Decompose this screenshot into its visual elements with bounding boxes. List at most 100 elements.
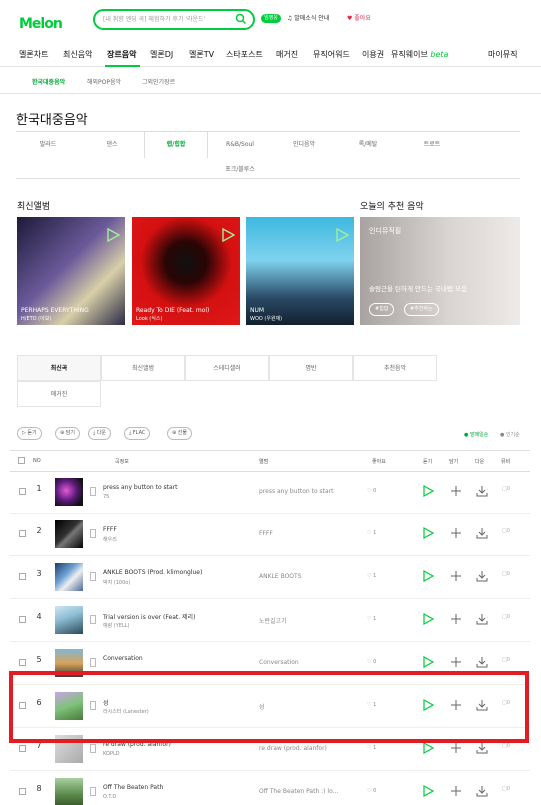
- genre-tab-dance[interactable]: 댄스: [80, 132, 144, 157]
- song-title[interactable]: Off The Beaten Path: [103, 784, 163, 791]
- genre-tab-trot[interactable]: 트로트: [400, 132, 464, 157]
- song-artist[interactable]: KOPLD: [103, 751, 120, 757]
- download-icon[interactable]: [476, 570, 488, 582]
- song-info-icon[interactable]: [90, 701, 96, 710]
- album-name[interactable]: 노란길고기: [259, 616, 287, 625]
- row-checkbox[interactable]: [19, 702, 26, 709]
- like-button[interactable]: ♡ 0: [367, 788, 376, 794]
- mv-icon[interactable]: □0: [502, 786, 516, 796]
- play-icon[interactable]: [422, 699, 434, 711]
- genre-tab-indie[interactable]: 인디음악: [272, 132, 336, 157]
- recommend-card[interactable]: 인디뮤직필 슬럼근을 틴하게 만드는 국내랩 모음 #힙합 #추천하는: [360, 217, 520, 325]
- sort-by-popularity[interactable]: ● 인기순: [500, 431, 520, 438]
- download-icon[interactable]: [476, 485, 488, 497]
- recommend-pill[interactable]: #힙합: [369, 303, 395, 316]
- mv-icon[interactable]: □0: [502, 700, 516, 710]
- like-button[interactable]: ♡ 1: [367, 616, 376, 622]
- nav-starpost[interactable]: 스타포스트: [226, 49, 263, 60]
- album-name[interactable]: ANKLE BOOTS: [259, 573, 302, 580]
- row-checkbox[interactable]: [19, 659, 26, 666]
- song-info-icon[interactable]: [90, 529, 96, 538]
- download-icon[interactable]: [476, 699, 488, 711]
- album-name[interactable]: re draw (prod. alanfor): [259, 745, 327, 752]
- gift-button[interactable]: ⊕ 선물: [167, 427, 192, 440]
- download-icon[interactable]: [476, 742, 488, 754]
- play-icon[interactable]: [336, 228, 349, 242]
- genre-tab-folk[interactable]: 포크/블루스: [208, 157, 272, 182]
- tab-latest-songs[interactable]: 최신곡: [17, 355, 101, 381]
- recommend-pill[interactable]: #추천하는: [404, 303, 439, 316]
- song-title[interactable]: 성: [103, 698, 109, 707]
- song-info-icon[interactable]: [90, 487, 96, 496]
- album-thumbnail[interactable]: [55, 606, 83, 634]
- mv-icon[interactable]: □0: [502, 614, 516, 624]
- nav-tv[interactable]: 멜론TV: [189, 49, 214, 60]
- add-icon[interactable]: [450, 785, 462, 797]
- row-checkbox[interactable]: [19, 530, 26, 537]
- song-title[interactable]: ANKLE BOOTS (Prod. klimonglue): [103, 569, 202, 576]
- play-icon[interactable]: [422, 742, 434, 754]
- song-title[interactable]: Trial version is over (Feat. 제리): [103, 612, 195, 621]
- nav-ticket[interactable]: 이용권: [362, 49, 384, 60]
- row-checkbox[interactable]: [19, 488, 26, 495]
- album-card[interactable]: NUM WOO (우원재): [246, 217, 354, 325]
- row-checkbox[interactable]: [19, 788, 26, 795]
- download-icon[interactable]: [476, 527, 488, 539]
- add-icon[interactable]: [450, 485, 462, 497]
- listen-button[interactable]: ▷ 듣기: [17, 427, 42, 440]
- play-icon[interactable]: [422, 570, 434, 582]
- nav-dj[interactable]: 멜론DJ: [150, 49, 173, 60]
- play-icon[interactable]: [422, 785, 434, 797]
- song-info-icon[interactable]: [90, 615, 96, 624]
- download-icon[interactable]: [476, 613, 488, 625]
- search-keyword-badge[interactable]: 임영웅: [261, 14, 281, 23]
- song-title[interactable]: FFFF: [103, 526, 117, 533]
- song-artist[interactable]: 75: [103, 494, 109, 500]
- header-like-link[interactable]: ♥ 좋아요: [347, 13, 371, 22]
- like-button[interactable]: ♡ 0: [367, 659, 376, 665]
- subnav-pop[interactable]: 해외POP음악: [87, 77, 121, 86]
- tab-steady[interactable]: 스테디셀러: [185, 355, 269, 381]
- subnav-korean[interactable]: 한국대중음악: [32, 77, 65, 86]
- tab-recommend[interactable]: 추천음악: [353, 355, 437, 381]
- album-card[interactable]: PERHAPS EVERYTHING H/ETO (아보): [17, 217, 125, 325]
- mv-icon[interactable]: □0: [502, 486, 516, 496]
- nav-magazine[interactable]: 매거진: [276, 49, 298, 60]
- row-checkbox[interactable]: [19, 616, 26, 623]
- album-name[interactable]: Off The Beaten Path :) lo...: [259, 788, 338, 795]
- like-button[interactable]: ♡ 1: [367, 573, 376, 579]
- add-button[interactable]: ⊕ 담기: [55, 427, 80, 440]
- subnav-other[interactable]: 그외인기장르: [142, 77, 175, 86]
- download-icon[interactable]: [476, 785, 488, 797]
- album-thumbnail[interactable]: [55, 563, 83, 591]
- album-thumbnail[interactable]: [55, 778, 83, 805]
- album-name[interactable]: 성: [259, 702, 265, 711]
- album-thumbnail[interactable]: [55, 520, 83, 548]
- nav-mymusic[interactable]: 마이뮤직: [488, 49, 517, 60]
- play-icon[interactable]: [422, 613, 434, 625]
- melon-logo[interactable]: Melon: [19, 6, 63, 34]
- nav-chart[interactable]: 멜론차트: [19, 49, 48, 60]
- tab-magazine[interactable]: 매거진: [17, 381, 101, 407]
- album-name[interactable]: Conversation: [259, 659, 299, 666]
- album-name[interactable]: FFFF: [259, 530, 273, 537]
- mv-icon[interactable]: □0: [502, 528, 516, 538]
- genre-tab-rnb[interactable]: R&B/Soul: [208, 132, 272, 157]
- add-icon[interactable]: [450, 613, 462, 625]
- song-artist[interactable]: 박지 (100o): [103, 579, 130, 586]
- add-icon[interactable]: [450, 527, 462, 539]
- song-artist[interactable]: 라시스터 (Lanester): [103, 708, 149, 715]
- tab-classic[interactable]: 명반: [269, 355, 353, 381]
- album-card[interactable]: Ready To DIE (Feat. mol) Look (식스): [132, 217, 240, 325]
- play-icon[interactable]: [422, 527, 434, 539]
- row-checkbox[interactable]: [19, 573, 26, 580]
- add-icon[interactable]: [450, 699, 462, 711]
- genre-tab-rock[interactable]: 록/메탈: [336, 132, 400, 157]
- add-icon[interactable]: [450, 656, 462, 668]
- song-artist[interactable]: O.T.D: [103, 794, 116, 800]
- album-thumbnail[interactable]: [55, 649, 83, 677]
- album-thumbnail[interactable]: [55, 735, 83, 763]
- mv-icon[interactable]: □0: [502, 657, 516, 667]
- song-info-icon[interactable]: [90, 572, 96, 581]
- song-info-icon[interactable]: [90, 658, 96, 667]
